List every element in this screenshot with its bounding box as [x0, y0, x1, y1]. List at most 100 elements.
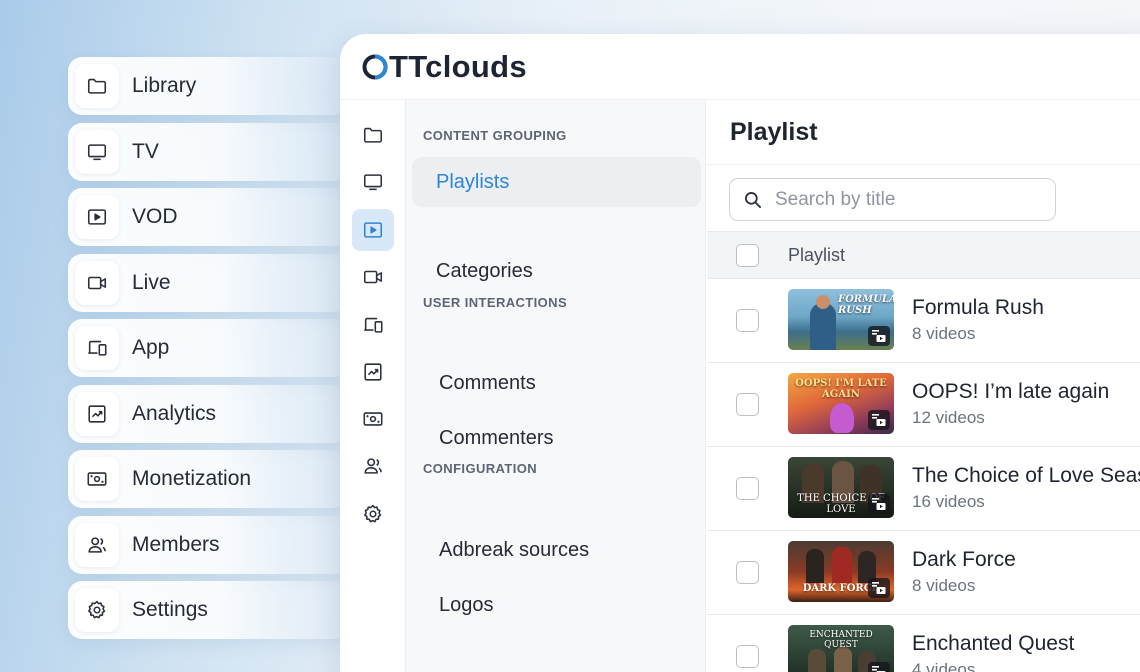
logo-text: TTclouds: [389, 48, 527, 84]
chart-icon: [75, 392, 119, 436]
subnav-item-adbreak-sources[interactable]: Adbreak sources: [439, 539, 589, 562]
search-input[interactable]: [775, 188, 1035, 211]
nav-item-live[interactable]: Live: [68, 254, 348, 312]
playlist-video-count: 4 videos: [912, 660, 976, 672]
nav-item-label: Settings: [132, 598, 208, 621]
rail-analytics-button[interactable]: [352, 351, 394, 393]
playlist-badge: [868, 578, 890, 598]
rail-monetization-button[interactable]: [352, 398, 394, 440]
members-icon: [364, 458, 382, 474]
poster-figure: [810, 303, 836, 350]
nav-item-label: Library: [132, 74, 197, 97]
table-row[interactable]: DARK FORCE Dark Force 8 videos: [707, 531, 1140, 615]
chart-icon: [364, 363, 382, 381]
logo-mark-icon: [362, 54, 388, 79]
playlist-thumbnail: ENCHANTED QUEST: [788, 625, 894, 672]
row-checkbox[interactable]: [736, 645, 759, 668]
devices-icon: [364, 317, 383, 333]
section-heading-user-interactions: USER INTERACTIONS: [423, 295, 568, 310]
nav-item-label: TV: [132, 140, 159, 163]
members-icon: [75, 523, 119, 567]
table-row[interactable]: FORMULA RUSH Formula Rush 8 videos: [707, 279, 1140, 363]
rail-app-button[interactable]: [352, 304, 394, 346]
nav-item-analytics[interactable]: Analytics: [68, 385, 348, 443]
playlist-video-count: 12 videos: [912, 408, 985, 427]
nav-item-library[interactable]: Library: [68, 57, 348, 115]
playlist-title[interactable]: Dark Force: [912, 548, 1016, 572]
playlist-title[interactable]: Enchanted Quest: [912, 632, 1074, 656]
playlist-badge: [868, 662, 890, 672]
play-square-icon: [75, 195, 119, 239]
row-checkbox[interactable]: [736, 393, 759, 416]
row-checkbox[interactable]: [736, 309, 759, 332]
column-header-playlist: Playlist: [788, 244, 846, 265]
video-camera-icon: [363, 270, 383, 284]
table-header: Playlist: [707, 231, 1140, 279]
nav-item-label: VOD: [132, 205, 178, 228]
playlist-thumbnail: FORMULA RUSH: [788, 289, 894, 350]
nav-item-label: Members: [132, 533, 220, 556]
subnav-item-comments[interactable]: Comments: [439, 372, 536, 395]
icon-rail: [340, 100, 406, 672]
section-heading-configuration: CONFIGURATION: [423, 461, 538, 476]
devices-icon: [75, 326, 119, 370]
nav-item-label: Analytics: [132, 402, 217, 425]
nav-item-settings[interactable]: Settings: [68, 581, 348, 639]
search-icon: [745, 191, 761, 208]
playlist-badge: [868, 410, 890, 430]
rail-tv-button[interactable]: [352, 161, 394, 203]
poster-title: FORMULA RUSH: [838, 294, 894, 316]
playlist-thumbnail: THE CHOICE OF LOVE: [788, 457, 894, 518]
title-divider: [707, 164, 1140, 165]
playlist-video-count: 8 videos: [912, 324, 976, 343]
rail-settings-button[interactable]: [352, 493, 394, 535]
money-icon: [363, 412, 383, 426]
main-content: Playlist Playlist FORMULA RUSH Formula R…: [707, 100, 1140, 672]
playlist-title[interactable]: OOPS! I’m late again: [912, 380, 1109, 404]
rail-live-button[interactable]: [352, 256, 394, 298]
playlist-thumbnail: DARK FORCE: [788, 541, 894, 602]
playlist-icon: [872, 414, 886, 426]
nav-item-tv[interactable]: TV: [68, 123, 348, 181]
poster-face: [816, 295, 830, 309]
rail-vod-button[interactable]: [352, 209, 394, 251]
search-box[interactable]: [729, 178, 1056, 221]
nav-item-label: App: [132, 336, 170, 359]
nav-item-vod[interactable]: VOD: [68, 188, 348, 246]
nav-item-label: Monetization: [132, 467, 252, 490]
subnav-item-categories[interactable]: Categories: [436, 260, 533, 283]
playlist-video-count: 16 videos: [912, 492, 985, 511]
page-title: Playlist: [730, 118, 818, 146]
poster-figure: [806, 549, 824, 583]
ottclouds-logo[interactable]: TTclouds: [362, 49, 527, 85]
table-row[interactable]: THE CHOICE OF LOVE The Choice of Love Se…: [707, 447, 1140, 531]
subnav-panel: CONTENT GROUPING Playlists Categories US…: [406, 100, 706, 672]
tv-icon: [75, 130, 119, 174]
play-square-icon: [363, 222, 383, 238]
nav-item-monetization[interactable]: Monetization: [68, 450, 348, 508]
poster-title: ENCHANTED QUEST: [809, 630, 873, 650]
poster-title: OOPS! I'M LATE AGAIN: [795, 378, 887, 400]
playlist-icon: [872, 498, 886, 510]
playlist-title[interactable]: The Choice of Love Season: [912, 464, 1140, 488]
app-header: TTclouds: [340, 34, 1140, 100]
playlist-title[interactable]: Formula Rush: [912, 296, 1044, 320]
poster-figure: [834, 647, 852, 672]
app-window: TTclouds CONTENT GROUPING Playlists Cate…: [340, 34, 1140, 672]
select-all-checkbox[interactable]: [736, 243, 759, 267]
subnav-item-logos[interactable]: Logos: [439, 594, 494, 617]
playlist-video-count: 8 videos: [912, 576, 976, 595]
rail-library-button[interactable]: [352, 114, 394, 156]
row-checkbox[interactable]: [736, 477, 759, 500]
nav-item-members[interactable]: Members: [68, 516, 348, 574]
subnav-item-commenters[interactable]: Commenters: [439, 427, 553, 450]
poster-character: [830, 403, 854, 433]
subnav-item-playlists[interactable]: Playlists: [412, 157, 701, 207]
row-checkbox[interactable]: [736, 561, 759, 584]
table-row[interactable]: ENCHANTED QUEST Enchanted Quest 4 videos: [707, 615, 1140, 672]
poster-figure: [832, 547, 852, 583]
rail-members-button[interactable]: [352, 445, 394, 487]
table-row[interactable]: OOPS! I'M LATE AGAIN OOPS! I’m late agai…: [707, 363, 1140, 447]
tv-icon: [363, 174, 383, 191]
nav-item-app[interactable]: App: [68, 319, 348, 377]
